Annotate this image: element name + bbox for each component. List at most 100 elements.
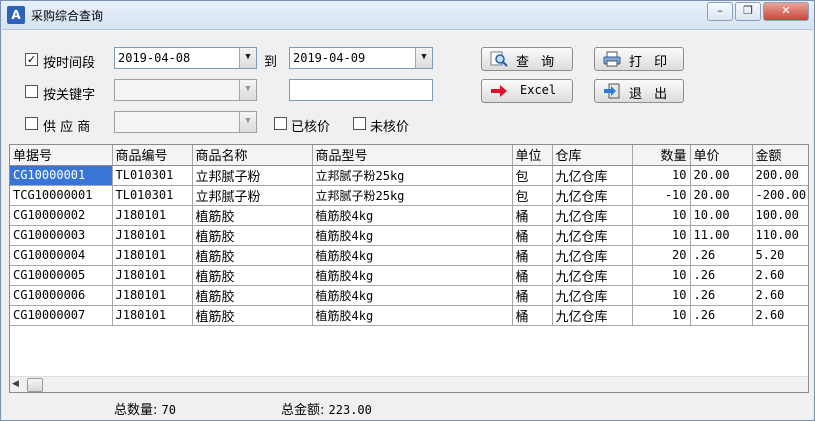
minimize-icon[interactable]: – — [707, 2, 733, 21]
table-cell[interactable]: 11.00 — [690, 225, 753, 246]
table-cell[interactable]: 九亿仓库 — [552, 225, 633, 246]
table-cell[interactable]: 2.60 — [752, 265, 808, 286]
table-cell[interactable]: 包 — [512, 165, 553, 186]
table-cell[interactable]: 植筋胶4kg — [312, 265, 513, 286]
table-cell[interactable]: 20.00 — [690, 185, 753, 206]
chevron-down-icon[interactable]: ▼ — [415, 48, 432, 68]
horizontal-scrollbar[interactable]: ◀ — [10, 376, 808, 392]
table-cell[interactable]: J180101 — [112, 305, 193, 326]
table-cell[interactable]: 2.60 — [752, 285, 808, 306]
table-cell[interactable]: CG10000007 — [10, 305, 113, 326]
supplier-select[interactable]: ▼ — [114, 111, 257, 133]
table-cell[interactable]: J180101 — [112, 265, 193, 286]
by-keyword-checkbox[interactable] — [25, 85, 38, 98]
table-cell[interactable]: CG10000001 — [10, 165, 113, 186]
table-cell[interactable]: 植筋胶 — [192, 305, 313, 326]
table-cell[interactable]: 20 — [632, 245, 691, 266]
table-cell[interactable]: 九亿仓库 — [552, 305, 633, 326]
date-from-select[interactable]: 2019-04-08 ▼ — [114, 47, 257, 69]
table-row[interactable]: CG10000002 J180101 植筋胶 植筋胶4kg 桶九亿仓库 10 10.00 10… — [10, 205, 808, 226]
date-to-select[interactable]: 2019-04-09 ▼ — [289, 47, 433, 69]
table-cell[interactable]: -10 — [632, 185, 691, 206]
column-header[interactable]: 商品编号 — [112, 145, 193, 166]
table-cell[interactable]: J180101 — [112, 245, 193, 266]
restore-icon[interactable]: ❐ — [735, 2, 761, 21]
table-cell[interactable]: 10 — [632, 225, 691, 246]
table-cell[interactable]: .26 — [690, 285, 753, 306]
table-cell[interactable]: 植筋胶4kg — [312, 245, 513, 266]
table-cell[interactable]: CG10000005 — [10, 265, 113, 286]
column-header[interactable]: 商品名称 — [192, 145, 313, 166]
table-cell[interactable]: 100.00 — [752, 205, 808, 226]
unpriced-checkbox[interactable] — [353, 117, 366, 130]
table-cell[interactable]: 桶 — [512, 305, 553, 326]
table-cell[interactable]: 九亿仓库 — [552, 285, 633, 306]
table-cell[interactable]: 10.00 — [690, 205, 753, 226]
table-cell[interactable]: 20.00 — [690, 165, 753, 186]
table-cell[interactable]: 植筋胶4kg — [312, 205, 513, 226]
table-row[interactable]: CG10000006 J180101 植筋胶 植筋胶4kg 桶九亿仓库 10.26 2.60 — [10, 285, 808, 306]
table-row[interactable]: CG10000004 J180101 植筋胶 植筋胶4kg 桶九亿仓库 20.26 5.20 — [10, 245, 808, 266]
table-cell[interactable]: 110.00 — [752, 225, 808, 246]
chevron-down-icon[interactable]: ▼ — [239, 48, 256, 68]
table-cell[interactable]: 2.60 — [752, 305, 808, 326]
table-cell[interactable]: J180101 — [112, 225, 193, 246]
table-cell[interactable]: TL010301 — [112, 165, 193, 186]
column-header[interactable]: 数量 — [632, 145, 691, 166]
table-cell[interactable]: CG10000003 — [10, 225, 113, 246]
column-header[interactable]: 金额 — [752, 145, 808, 166]
table-cell[interactable]: 九亿仓库 — [552, 165, 633, 186]
table-cell[interactable]: 立邦腻子粉 — [192, 165, 313, 186]
exit-button[interactable]: 退 出 — [594, 79, 684, 103]
table-cell[interactable]: 10 — [632, 205, 691, 226]
table-cell[interactable]: .26 — [690, 245, 753, 266]
table-cell[interactable]: 植筋胶4kg — [312, 225, 513, 246]
table-cell[interactable]: 九亿仓库 — [552, 265, 633, 286]
close-icon[interactable]: ✕ — [763, 2, 809, 21]
table-cell[interactable]: J180101 — [112, 285, 193, 306]
column-header[interactable]: 单据号 — [10, 145, 113, 166]
table-cell[interactable]: 植筋胶 — [192, 225, 313, 246]
table-row[interactable]: TCG10000001 TL010301 立邦腻子粉 立邦腻子粉25kg 包九亿仓库 -1… — [10, 185, 808, 206]
supplier-checkbox[interactable] — [25, 117, 38, 130]
print-button[interactable]: 打 印 — [594, 47, 684, 71]
table-cell[interactable]: 桶 — [512, 285, 553, 306]
table-row[interactable]: CG10000005 J180101 植筋胶 植筋胶4kg 桶九亿仓库 10.26 2.60 — [10, 265, 808, 286]
table-cell[interactable]: 桶 — [512, 265, 553, 286]
column-header[interactable]: 单价 — [690, 145, 753, 166]
table-cell[interactable]: -200.00 — [752, 185, 808, 206]
table-cell[interactable]: 立邦腻子粉25kg — [312, 165, 513, 186]
table-cell[interactable]: TCG10000001 — [10, 185, 113, 206]
table-row[interactable]: CG10000007 J180101 植筋胶 植筋胶4kg 桶九亿仓库 10.26 2.60 — [10, 305, 808, 326]
chevron-down-icon[interactable]: ▼ — [239, 80, 256, 100]
table-cell[interactable]: 九亿仓库 — [552, 205, 633, 226]
table-cell[interactable]: 植筋胶 — [192, 205, 313, 226]
table-cell[interactable]: 九亿仓库 — [552, 185, 633, 206]
table-cell[interactable]: 10 — [632, 265, 691, 286]
chevron-down-icon[interactable]: ▼ — [239, 112, 256, 132]
keyword-input[interactable] — [289, 79, 433, 101]
table-cell[interactable]: 桶 — [512, 205, 553, 226]
by-time-checkbox[interactable]: ✓ — [25, 53, 38, 66]
table-cell[interactable]: 200.00 — [752, 165, 808, 186]
table-row[interactable]: CG10000001 TL010301 立邦腻子粉 立邦腻子粉25kg 包九亿仓库 10 2… — [10, 165, 808, 186]
table-cell[interactable]: J180101 — [112, 205, 193, 226]
column-header[interactable]: 单位 — [512, 145, 553, 166]
table-cell[interactable]: 九亿仓库 — [552, 245, 633, 266]
table-row[interactable]: CG10000003 J180101 植筋胶 植筋胶4kg 桶九亿仓库 10 11.00 11… — [10, 225, 808, 246]
table-cell[interactable]: 5.20 — [752, 245, 808, 266]
keyword-field-select[interactable]: ▼ — [114, 79, 257, 101]
table-cell[interactable]: .26 — [690, 265, 753, 286]
table-cell[interactable]: CG10000004 — [10, 245, 113, 266]
table-cell[interactable]: 植筋胶 — [192, 245, 313, 266]
priced-checkbox[interactable] — [274, 117, 287, 130]
column-header[interactable]: 商品型号 — [312, 145, 513, 166]
table-cell[interactable]: 10 — [632, 305, 691, 326]
scrollbar-thumb[interactable] — [27, 378, 43, 392]
table-cell[interactable]: 植筋胶4kg — [312, 285, 513, 306]
table-cell[interactable]: 10 — [632, 285, 691, 306]
table-cell[interactable]: 10 — [632, 165, 691, 186]
query-button[interactable]: 查 询 — [481, 47, 573, 71]
table-cell[interactable]: CG10000002 — [10, 205, 113, 226]
table-cell[interactable]: 植筋胶4kg — [312, 305, 513, 326]
